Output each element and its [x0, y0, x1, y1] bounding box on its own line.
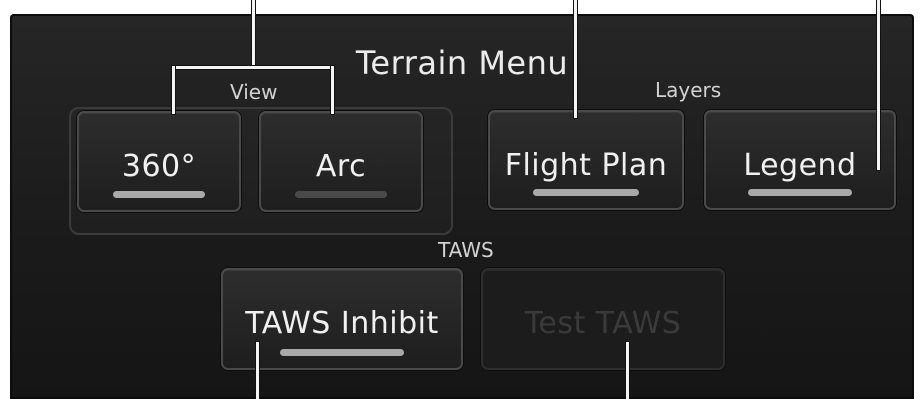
taws-group-label: TAWS: [438, 238, 494, 262]
view-360-indicator: [113, 191, 205, 198]
view-arc-indicator: [295, 191, 387, 198]
callout-line-taws-inhibit: [256, 342, 259, 399]
view-group-label: View: [222, 80, 286, 104]
callout-line-view-right: [331, 66, 334, 114]
callout-line-flight-plan: [574, 0, 577, 118]
callout-line-test-taws: [626, 342, 629, 399]
test-taws-label: Test TAWS: [524, 306, 682, 341]
callout-line-view: [252, 0, 255, 68]
view-arc-button[interactable]: Arc: [259, 111, 423, 212]
taws-inhibit-indicator: [280, 349, 404, 356]
legend-button[interactable]: Legend: [704, 110, 896, 210]
flight-plan-indicator: [533, 189, 639, 196]
flight-plan-label: Flight Plan: [504, 148, 668, 183]
callout-line-view-left: [172, 66, 175, 114]
legend-indicator: [748, 189, 852, 196]
callout-line-legend: [877, 0, 880, 170]
taws-inhibit-label: TAWS Inhibit: [245, 306, 439, 341]
layers-group-label: Layers: [655, 78, 722, 102]
callout-line-view-bracket: [172, 66, 334, 69]
terrain-menu-panel: Terrain Menu View 360° Arc Layers Flight…: [10, 14, 914, 399]
menu-title: Terrain Menu: [355, 44, 569, 82]
test-taws-button[interactable]: Test TAWS: [481, 268, 725, 370]
view-arc-label: Arc: [315, 149, 367, 184]
flight-plan-button[interactable]: Flight Plan: [488, 110, 684, 210]
view-360-button[interactable]: 360°: [77, 111, 241, 212]
legend-label: Legend: [743, 148, 857, 183]
view-360-label: 360°: [121, 149, 197, 184]
